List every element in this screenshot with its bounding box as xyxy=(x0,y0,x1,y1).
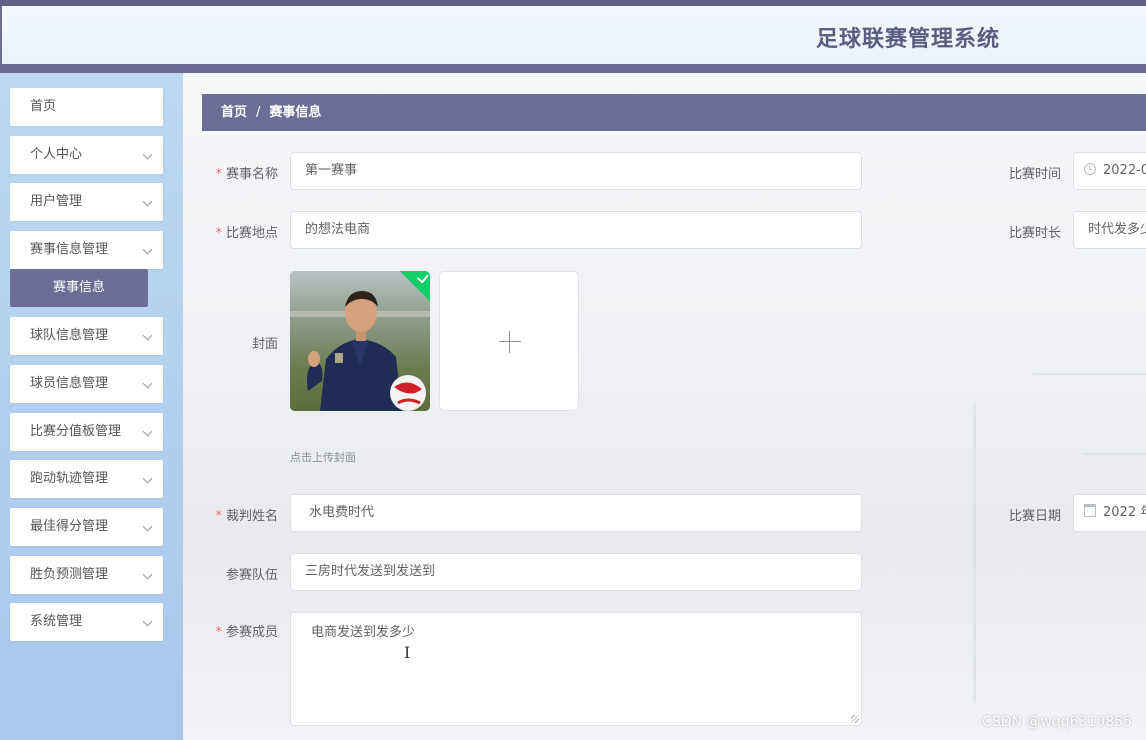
members-label-text: 参赛成员 xyxy=(225,625,278,640)
sidebar-item-tracks[interactable]: 跑动轨迹管理 xyxy=(10,460,163,498)
breadcrumb-separator: / xyxy=(256,105,261,120)
sidebar-item-teams[interactable]: 球队信息管理 xyxy=(10,317,163,355)
sidebar-item-prediction[interactable]: 胜负预测管理 xyxy=(10,556,163,594)
cover-upload-button[interactable] xyxy=(439,271,579,411)
sidebar-item-players[interactable]: 球员信息管理 xyxy=(10,365,163,403)
chevron-down-icon xyxy=(142,149,153,160)
required-mark: * xyxy=(215,625,222,640)
sidebar-item-label: 比赛分值板管理 xyxy=(30,424,122,439)
venue-input[interactable]: 的想法电商 xyxy=(290,211,862,249)
chevron-down-icon xyxy=(142,330,153,341)
match-time-picker[interactable]: 2022-04 xyxy=(1073,152,1146,190)
sidebar-item-profile[interactable]: 个人中心 xyxy=(10,136,163,174)
members-value: 电商发送到发多少 xyxy=(311,625,416,640)
match-time-value: 2022-04 xyxy=(1103,163,1146,178)
watermark: CSDN @wqq6310855 xyxy=(982,714,1132,730)
sidebar-item-best-score[interactable]: 最佳得分管理 xyxy=(10,508,163,546)
event-name-input[interactable]: 第一赛事 xyxy=(290,152,862,190)
check-icon xyxy=(417,271,429,284)
duration-input[interactable]: 时代发多少 xyxy=(1073,211,1146,249)
sidebar-item-label: 个人中心 xyxy=(30,147,83,162)
chevron-down-icon xyxy=(142,569,153,580)
sidebar-item-events[interactable]: 赛事信息管理 xyxy=(10,231,163,269)
breadcrumb: 首页 / 赛事信息 xyxy=(202,94,1146,131)
plus-icon-vertical xyxy=(509,331,510,353)
clock-icon xyxy=(1084,163,1096,175)
calendar-icon xyxy=(1084,504,1096,517)
match-date-value: 2022 年 xyxy=(1103,505,1146,520)
submenu-item-event-info[interactable]: 赛事信息 xyxy=(10,269,148,307)
required-mark: * xyxy=(215,509,222,524)
match-time-label: 比赛时间 xyxy=(1008,167,1061,182)
members-textarea[interactable]: 电商发送到发多少 xyxy=(290,612,862,726)
venue-label-text: 比赛地点 xyxy=(225,226,278,241)
referee-label: * 裁判姓名 xyxy=(198,505,278,524)
chevron-down-icon xyxy=(142,473,153,484)
chevron-down-icon xyxy=(142,521,153,532)
app-title: 足球联赛管理系统 xyxy=(815,27,1000,52)
header-bar xyxy=(0,64,1146,73)
match-date-picker[interactable]: 2022 年 xyxy=(1073,494,1146,532)
chevron-down-icon xyxy=(142,426,153,437)
text-cursor-icon: I xyxy=(404,643,411,662)
teams-input[interactable]: 三房时代发送到发送到 xyxy=(290,553,862,591)
teams-label: 参赛队伍 xyxy=(225,568,278,583)
sidebar-item-label: 跑动轨迹管理 xyxy=(30,471,109,486)
match-date-label: 比赛日期 xyxy=(1008,509,1061,524)
required-mark: * xyxy=(215,226,222,241)
duration-label: 比赛时长 xyxy=(1008,226,1061,241)
chevron-down-icon xyxy=(142,616,153,627)
background-decoration xyxy=(1033,373,1146,375)
sidebar-item-users[interactable]: 用户管理 xyxy=(10,183,163,221)
required-mark: * xyxy=(215,167,222,182)
members-label: * 参赛成员 xyxy=(198,621,278,640)
sidebar-item-label: 用户管理 xyxy=(30,194,83,209)
cover-label: 封面 xyxy=(251,337,278,352)
sidebar-item-home[interactable]: 首页 xyxy=(10,88,163,126)
sidebar-item-label: 最佳得分管理 xyxy=(30,519,109,534)
sidebar-item-scoreboard[interactable]: 比赛分值板管理 xyxy=(10,413,163,451)
referee-label-text: 裁判姓名 xyxy=(225,509,278,524)
sidebar-item-label: 球队信息管理 xyxy=(30,328,109,343)
cover-image[interactable] xyxy=(290,271,430,411)
chevron-down-icon xyxy=(142,244,153,255)
resize-handle[interactable] xyxy=(851,715,859,723)
background-decoration xyxy=(1083,453,1146,455)
chevron-down-icon xyxy=(142,196,153,207)
background-decoration xyxy=(973,403,976,703)
event-name-label-text: 赛事名称 xyxy=(225,167,278,182)
breadcrumb-current: 赛事信息 xyxy=(269,105,322,120)
plus-icon xyxy=(499,341,521,342)
sidebar-item-label: 胜负预测管理 xyxy=(30,567,109,582)
cover-upload-hint: 点击上传封面 xyxy=(290,451,356,464)
chevron-down-icon xyxy=(142,378,153,389)
sidebar-item-label: 首页 xyxy=(30,99,57,114)
sidebar-item-system[interactable]: 系统管理 xyxy=(10,603,163,641)
coach-photo xyxy=(290,271,430,411)
referee-input[interactable]: 水电费时代 xyxy=(290,494,862,532)
breadcrumb-home[interactable]: 首页 xyxy=(221,105,247,120)
app-header: 足球联赛管理系统 xyxy=(0,6,1146,64)
venue-label: * 比赛地点 xyxy=(198,222,278,241)
sidebar-item-label: 球员信息管理 xyxy=(30,376,109,391)
sidebar-item-label: 赛事信息管理 xyxy=(30,242,109,257)
sidebar-item-label: 系统管理 xyxy=(30,614,83,629)
event-name-label: * 赛事名称 xyxy=(198,163,278,182)
